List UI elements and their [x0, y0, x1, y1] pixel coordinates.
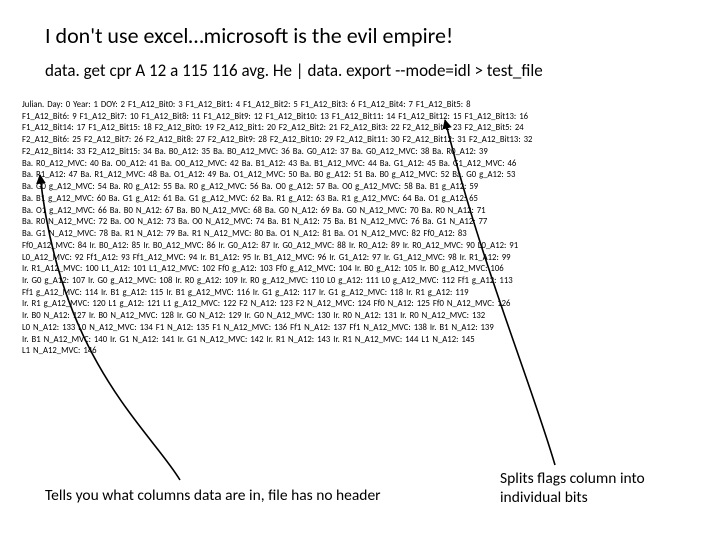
- data-row: Ba. R0_A12_MVC: 40 Ba. O0_A12: 41 Ba. O0…: [22, 159, 702, 171]
- command-line: data. get cpr A 12 a 115 116 avg. He | d…: [45, 60, 543, 81]
- data-row: Ff0_A12_MVC: 84 Ir. B0_A12: 85 Ir. B0_A1…: [22, 241, 702, 253]
- data-row: Ir. G0 g_A12: 107 Ir. G0 g_A12_MVC: 108 …: [22, 276, 702, 288]
- data-row: L1 N_A12_MVC: 146: [22, 346, 702, 358]
- data-row: Ba. B1 g_A12_MVC: 60 Ba. G1 g_A12: 61 Ba…: [22, 194, 702, 206]
- data-row: Ba. G1 N_A12_MVC: 78 Ba. R1 N_A12: 79 Ba…: [22, 229, 702, 241]
- data-row: Ir. R1_A12_MVC: 100 L1_A12: 101 L1_A12_M…: [22, 264, 702, 276]
- footer-left: Tells you what columns data are in, file…: [45, 486, 381, 505]
- data-row: F2_A12_Bit6: 25 F2_A12_Bit7: 26 F2_A12_B…: [22, 135, 702, 147]
- slide-title: I don't use excel…microsoft is the evil …: [45, 22, 453, 49]
- data-row: Julian. Day: 0 Year: 1 DOY: 2 F1_A12_Bit…: [22, 100, 702, 112]
- data-row: F1_A12_Bit6: 9 F1_A12_Bit7: 10 F1_A12_Bi…: [22, 112, 702, 124]
- data-row: F1_A12_Bit14: 17 F1_A12_Bit15: 18 F2_A12…: [22, 123, 702, 135]
- data-row: L0_A12_MVC: 92 Ff1_A12: 93 Ff1_A12_MVC: …: [22, 253, 702, 265]
- data-row: Ba. G0 g_A12_MVC: 54 Ba. R0 g_A12: 55 Ba…: [22, 182, 702, 194]
- data-block: Julian. Day: 0 Year: 1 DOY: 2 F1_A12_Bit…: [22, 100, 702, 358]
- data-row: Ir. B1 N_A12_MVC: 140 Ir. G1 N_A12: 141 …: [22, 335, 702, 347]
- data-row: Ir. R1 g_A12_MVC: 120 L1 g_A12: 121 L1 g…: [22, 299, 702, 311]
- data-row: Ir. B0 N_A12: 127 Ir. B0 N_A12_MVC: 128 …: [22, 311, 702, 323]
- data-row: L0 N_A12: 133 L0 N_A12_MVC: 134 F1 N_A12…: [22, 323, 702, 335]
- data-row: Ba. O1 g_A12_MVC: 66 Ba. B0 N_A12: 67 Ba…: [22, 206, 702, 218]
- data-row: Ff1 g_A12_MVC: 114 Ir. B1 g_A12: 115 Ir.…: [22, 288, 702, 300]
- footer-right: Splits flags column into individual bits: [500, 470, 700, 507]
- data-row: Ba. R0 N_A12_MVC: 72 Ba. O0 N_A12: 73 Ba…: [22, 217, 702, 229]
- data-row: Ba. R1_A12: 47 Ba. R1_A12_MVC: 48 Ba. O1…: [22, 170, 702, 182]
- data-row: F2_A12_Bit14: 33 F2_A12_Bit15: 34 Ba. B0…: [22, 147, 702, 159]
